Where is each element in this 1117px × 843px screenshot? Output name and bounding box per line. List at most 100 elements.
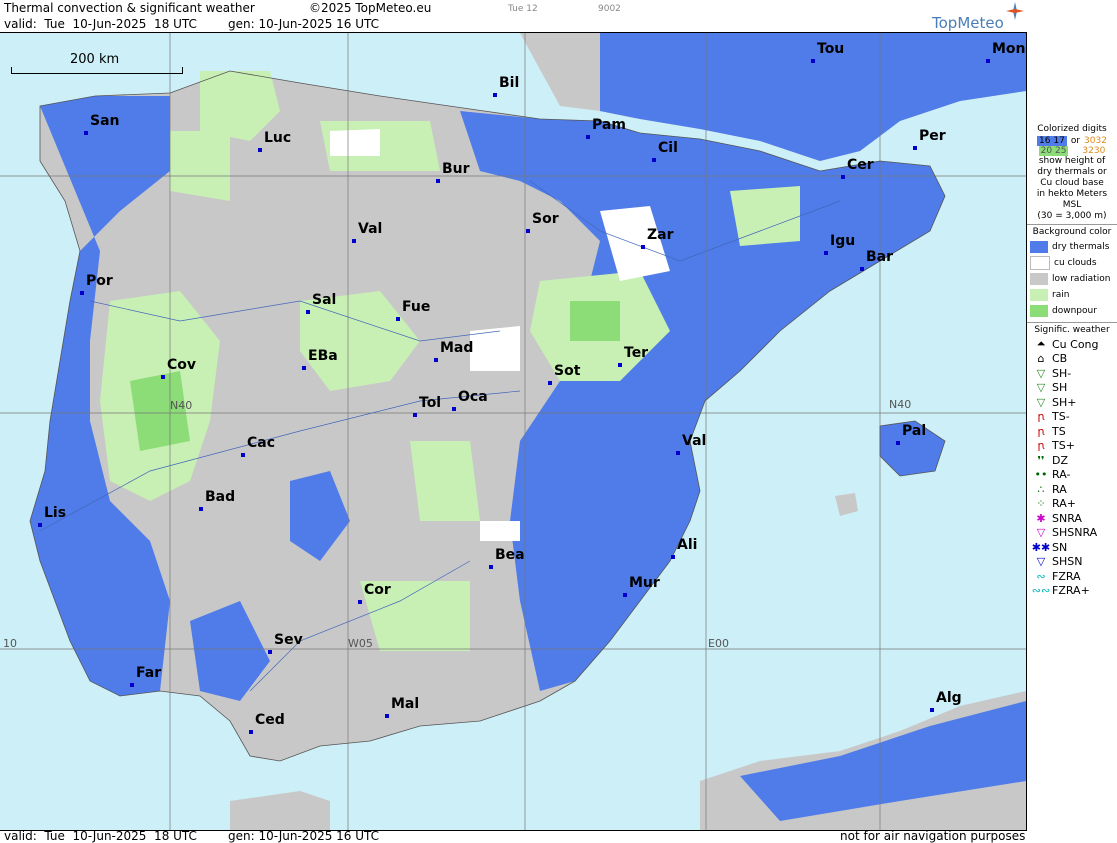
city-marker <box>130 683 134 687</box>
city-label: Sev <box>274 632 303 648</box>
city-label: Bil <box>499 75 520 91</box>
city-label: Alg <box>936 690 962 706</box>
shower-heavy-icon: ▽ <box>1036 395 1046 409</box>
cu-cong-icon: ⏶ <box>1036 337 1046 351</box>
footer-valid: valid: Tue 10-Jun-2025 18 UTC <box>4 829 197 843</box>
city-label: Cor <box>364 582 391 598</box>
grid-label-w10: 10 <box>3 637 17 650</box>
city-label: Lis <box>44 505 67 521</box>
city-label: Bad <box>205 489 236 505</box>
freezing-rain-heavy-icon: ∾∾ <box>1031 584 1051 598</box>
legend-wx-item: ▽ SHSN <box>1027 555 1117 570</box>
grid-label-e00: E00 <box>708 637 729 650</box>
legend-bg-label: dry thermals <box>1052 242 1110 252</box>
city-marker <box>811 59 815 63</box>
city-label: Sal <box>312 292 337 308</box>
city-label: Tou <box>817 41 845 57</box>
shower-icon: ▽ <box>1036 381 1046 395</box>
legend-bg-item: downpour <box>1027 303 1117 319</box>
legend-wx-label: Cu Cong <box>1052 337 1099 351</box>
legend-bg-label: downpour <box>1052 306 1097 316</box>
legend-sample-4: 3230 <box>1082 146 1106 156</box>
legend-desc-1: show height of <box>1038 156 1106 166</box>
city-label: Cil <box>658 140 678 156</box>
city-marker <box>586 135 590 139</box>
legend-bg-label: rain <box>1052 290 1070 300</box>
city-label: Cov <box>167 357 197 373</box>
legend-divider <box>1026 32 1027 829</box>
legend-colorized-title: Colorized digits <box>1037 124 1107 134</box>
city-label: Mad <box>440 340 474 356</box>
city-label: Pal <box>902 423 927 439</box>
city-marker <box>860 267 864 271</box>
city-marker <box>80 291 84 295</box>
city-marker <box>526 229 530 233</box>
legend-wx-item: ꞃ TS- <box>1027 410 1117 425</box>
city-label: San <box>90 113 120 129</box>
rain-light-icon: •• <box>1034 468 1048 482</box>
code-label: 9002 <box>598 4 621 14</box>
city-label: Per <box>919 128 946 144</box>
city-label: Val <box>682 433 707 449</box>
city-marker <box>258 148 262 152</box>
legend-wx-item: ▽ SH <box>1027 381 1117 396</box>
legend-wx-label: FZRA+ <box>1052 584 1090 598</box>
gen-time: gen: 10-Jun-2025 16 UTC <box>228 17 380 31</box>
legend-bg-item: rain <box>1027 287 1117 303</box>
legend-background-list: dry thermals cu clouds low radiation rain do… <box>1027 239 1117 319</box>
city-label: Fue <box>402 299 431 315</box>
legend-wx-label: TS+ <box>1052 439 1075 453</box>
legend-wx-item: ⌂ CB <box>1027 352 1117 367</box>
legend-wx-label: SN <box>1052 540 1068 554</box>
city-marker <box>896 441 900 445</box>
legend-weather-list: ⏶ Cu Cong ⌂ CB ▽ SH- ▽ SH ▽ SH+ ꞃ TS-ꞃ TS ꞃ TS+ ❜❜ DZ •• R… <box>1027 337 1117 598</box>
legend-wx-label: RA <box>1052 482 1067 496</box>
legend-wx-item: ▽ SH+ <box>1027 395 1117 410</box>
city-marker <box>676 451 680 455</box>
legend-wx-item: ⁘ RA+ <box>1027 497 1117 512</box>
city-marker <box>84 131 88 135</box>
legend-sample-1: 16 17 <box>1037 136 1067 146</box>
city-marker <box>358 600 362 604</box>
rain-icon: ∴ <box>1037 482 1045 496</box>
legend-wx-item: ∾∾ FZRA+ <box>1027 584 1117 599</box>
city-marker <box>913 146 917 150</box>
city-label: Oca <box>458 389 488 405</box>
city-marker <box>671 555 675 559</box>
legend-wx-label: SH <box>1052 381 1068 395</box>
legend-wx-item: ❜❜ DZ <box>1027 453 1117 468</box>
legend-wx-label: TS- <box>1052 410 1070 424</box>
city-label: Zar <box>647 227 674 243</box>
city-marker <box>396 317 400 321</box>
legend-sample-3: 20 25 <box>1038 146 1069 156</box>
brand-name: TopMeteo <box>932 14 1004 32</box>
legend-wx-label: RA+ <box>1052 497 1076 511</box>
legend-wx-label: CB <box>1052 352 1068 366</box>
city-label: Bar <box>866 249 894 265</box>
legend: Colorized digits 16 17 or 3032 20 25 323… <box>1027 122 1117 598</box>
thunderstorm-heavy-icon: ꞃ <box>1037 439 1045 453</box>
legend-or: or <box>1070 136 1081 146</box>
legend-wx-item: ▽ SH- <box>1027 366 1117 381</box>
city-label: Far <box>136 665 162 681</box>
city-marker <box>199 507 203 511</box>
city-marker <box>241 453 245 457</box>
thunderstorm-light-icon: ꞃ <box>1037 410 1045 424</box>
legend-bg-item: dry thermals <box>1027 239 1117 255</box>
city-marker <box>306 310 310 314</box>
legend-wx-item: ▽ SHSNRA <box>1027 526 1117 541</box>
city-marker <box>161 375 165 379</box>
legend-wx-label: SNRA <box>1052 511 1082 525</box>
city-marker <box>452 407 456 411</box>
city-marker <box>493 93 497 97</box>
city-label: Ced <box>255 712 285 728</box>
city-marker <box>489 565 493 569</box>
legend-wx-item: ✱ SNRA <box>1027 511 1117 526</box>
legend-swatch <box>1030 305 1048 317</box>
city-label: Val <box>358 221 383 237</box>
legend-wx-label: TS <box>1052 424 1066 438</box>
weather-map[interactable]: 200 km N40 N40 W05 E00 10 San Luc Bil Pam Ci… <box>0 32 1027 831</box>
legend-desc-2: dry thermals or <box>1037 167 1107 177</box>
valid-time: valid: Tue 10-Jun-2025 18 UTC <box>4 17 197 31</box>
city-label: Mal <box>391 696 420 712</box>
